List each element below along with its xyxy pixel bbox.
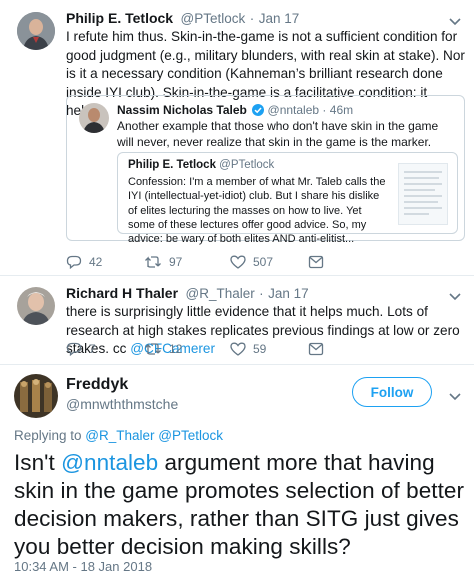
reply-icon <box>66 342 82 356</box>
tweet-timestamp[interactable]: 10:34 AM - 18 Jan 2018 <box>14 559 152 574</box>
like-button[interactable]: 59 <box>230 342 308 356</box>
verified-icon <box>252 104 265 119</box>
avatar-tetlock[interactable] <box>17 12 55 50</box>
author-handle[interactable]: @R_Thaler <box>185 286 254 301</box>
taleb-portrait-icon <box>79 103 109 133</box>
divider <box>0 275 474 276</box>
separator: · <box>322 103 327 117</box>
reply-button[interactable]: 7 <box>66 342 144 356</box>
tweet-text-prefix: Isn't <box>14 450 62 475</box>
author-handle[interactable]: @mnwththmstche <box>66 396 178 412</box>
retweet-count: 97 <box>169 255 183 269</box>
author-name[interactable]: Philip E. Tetlock <box>66 10 173 26</box>
reply-button[interactable]: 42 <box>66 255 144 269</box>
nested-author-handle[interactable]: @PTetlock <box>219 159 274 171</box>
nested-quoted-text: Confession: I'm a member of what Mr. Tal… <box>128 176 386 246</box>
text-lines-icon <box>404 171 442 215</box>
direct-message-button[interactable] <box>308 342 324 356</box>
quoted-time[interactable]: 46m <box>330 103 353 117</box>
quoted-author-name[interactable]: Nassim Nicholas Taleb <box>117 103 247 117</box>
heart-icon <box>230 342 246 356</box>
like-button[interactable]: 507 <box>230 255 308 269</box>
avatar-thaler[interactable] <box>17 287 55 325</box>
follow-label: Follow <box>370 384 414 400</box>
reply-count: 7 <box>89 342 96 356</box>
quoted-tweet[interactable]: Nassim Nicholas Taleb @nntaleb · 46m Ano… <box>66 95 465 245</box>
retweet-count: 12 <box>169 342 183 356</box>
avatar-taleb[interactable] <box>79 103 109 133</box>
retweet-button[interactable]: 97 <box>144 255 230 269</box>
quoted-text: Another example that those who don't hav… <box>117 119 439 149</box>
tweet-actions: 7 12 59 <box>66 342 324 356</box>
reply-icon <box>66 255 82 269</box>
replying-to-users[interactable]: @R_Thaler @PTetlock <box>85 428 223 443</box>
replying-to-label: Replying to <box>14 428 86 443</box>
separator: · <box>259 286 264 301</box>
avatar-freddyk[interactable] <box>14 374 58 418</box>
reply-count: 42 <box>89 255 103 269</box>
quoted-author-handle[interactable]: @nntaleb <box>268 103 320 117</box>
follow-button[interactable]: Follow <box>352 377 432 407</box>
separator: · <box>249 11 255 26</box>
tetlock-portrait-icon <box>17 12 55 50</box>
mention-link[interactable]: @nntaleb <box>61 450 158 475</box>
author-name[interactable]: Freddyk <box>66 376 128 394</box>
author-name[interactable]: Richard H Thaler <box>66 285 178 301</box>
like-count: 59 <box>253 342 267 356</box>
tweet-text: Isn't @nntaleb argument more that having… <box>14 449 470 561</box>
author-handle[interactable]: @PTetlock <box>181 11 246 26</box>
nested-quoted-tweet[interactable]: Philip E. Tetlock @PTetlock Confession: … <box>117 152 458 245</box>
direct-message-icon <box>308 255 324 269</box>
freddyk-avatar-icon <box>14 374 58 418</box>
nested-author-name[interactable]: Philip E. Tetlock <box>128 159 216 171</box>
chevron-down-icon[interactable] <box>449 388 461 406</box>
thaler-portrait-icon <box>17 287 55 325</box>
tweet-date[interactable]: Jan 17 <box>268 286 309 301</box>
tweet-thumbnail <box>398 163 448 225</box>
direct-message-button[interactable] <box>308 255 324 269</box>
retweet-button[interactable]: 12 <box>144 342 230 356</box>
like-count: 507 <box>253 255 274 269</box>
retweet-icon <box>144 342 162 356</box>
divider <box>0 364 474 365</box>
tweet-date[interactable]: Jan 17 <box>259 11 300 26</box>
heart-icon <box>230 255 246 269</box>
direct-message-icon <box>308 342 324 356</box>
tweet-actions: 42 97 507 <box>66 255 324 269</box>
retweet-icon <box>144 255 162 269</box>
